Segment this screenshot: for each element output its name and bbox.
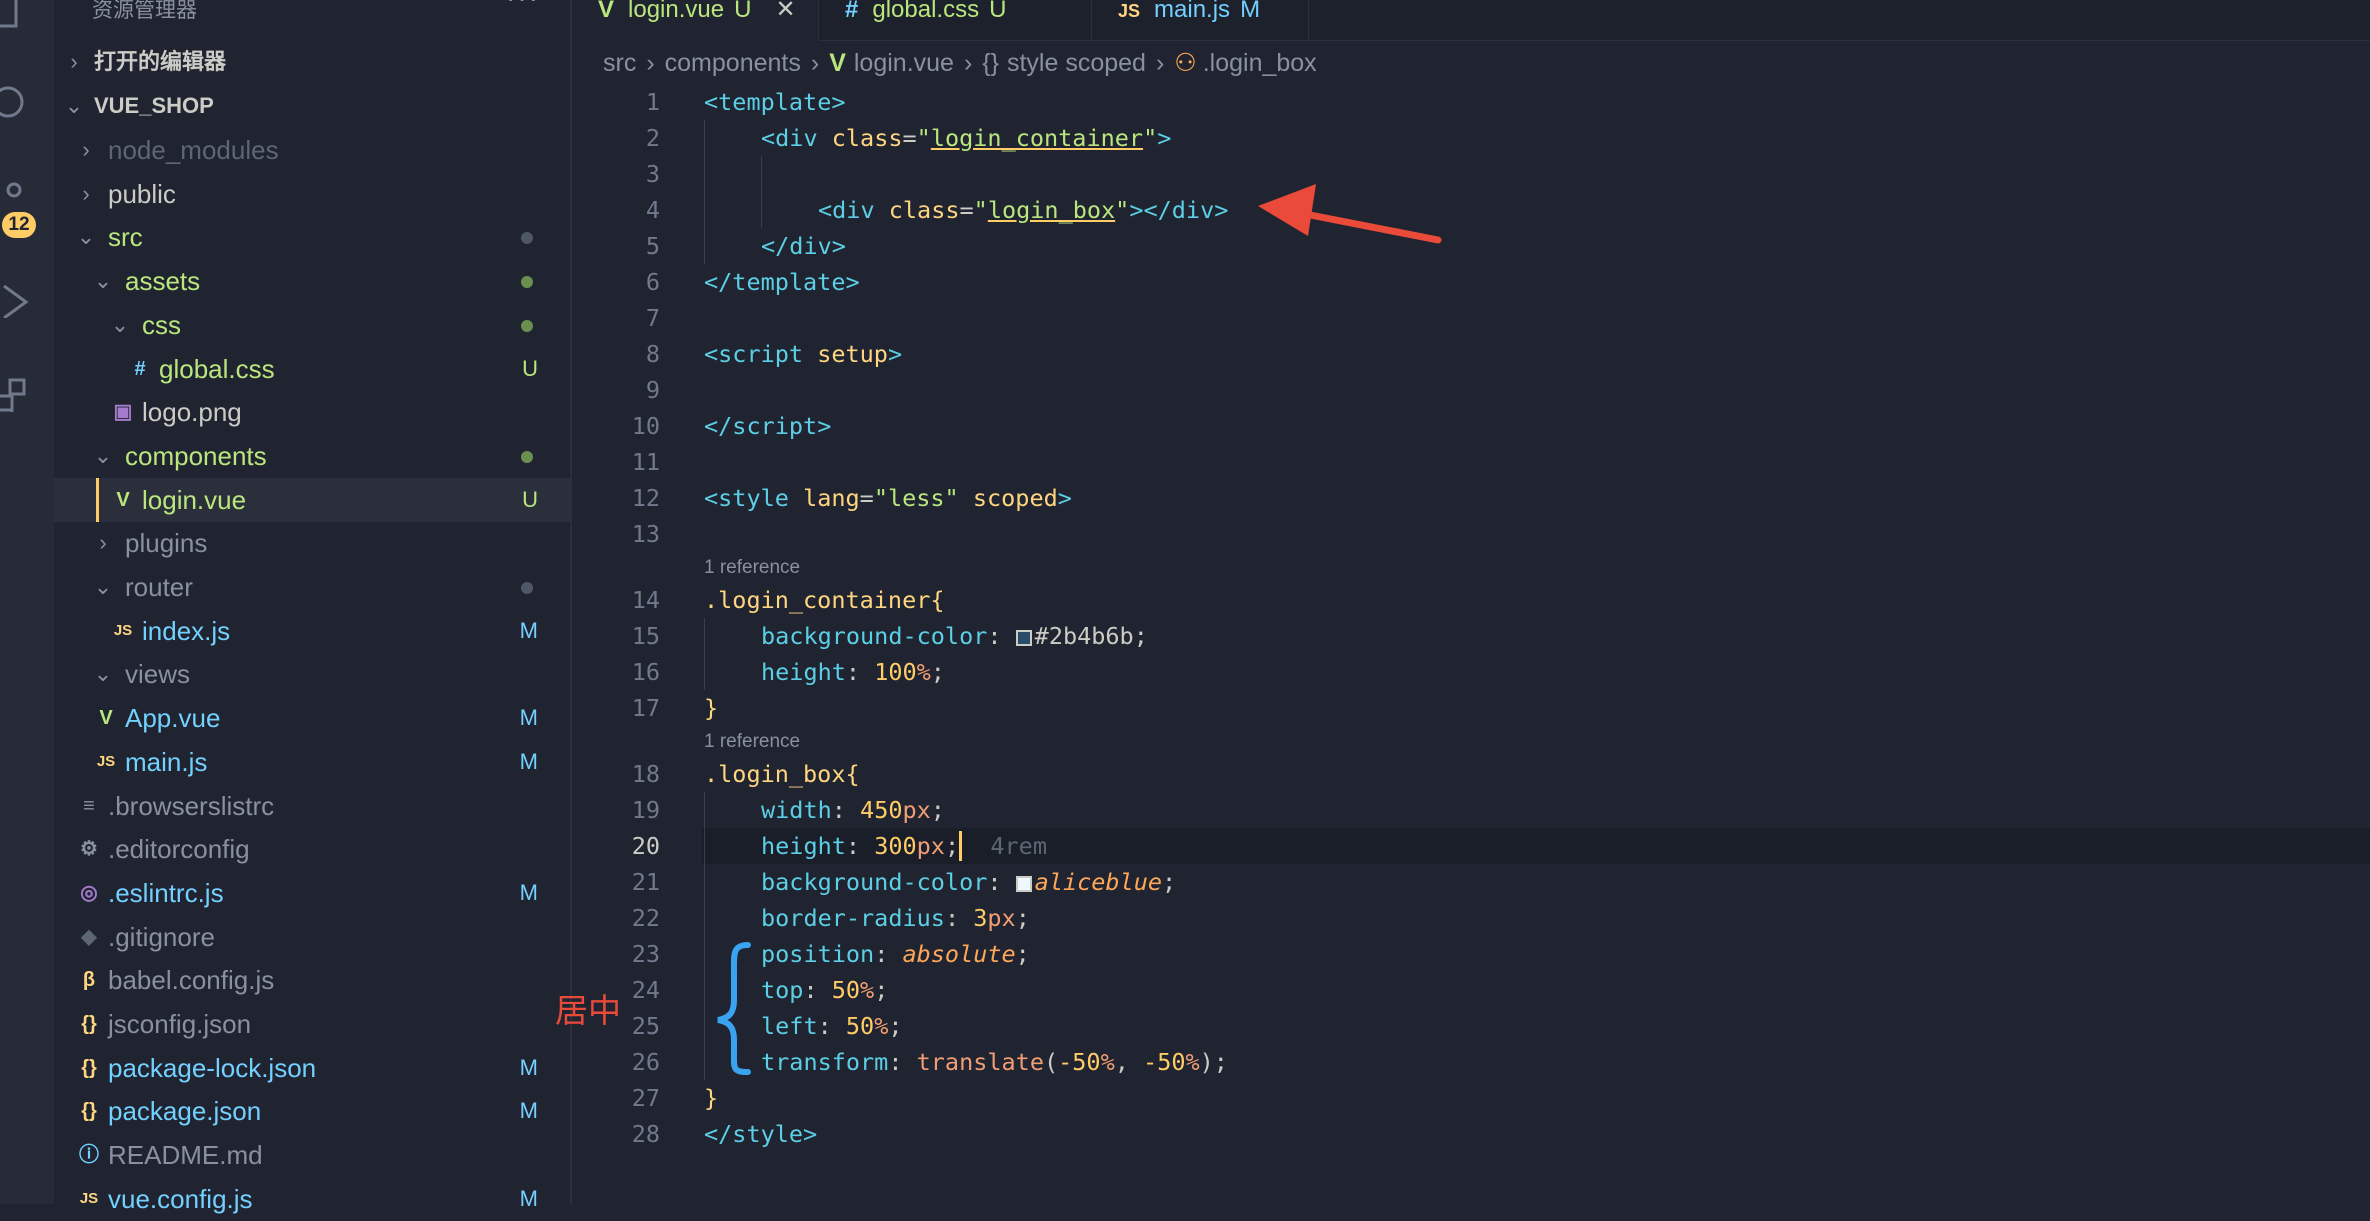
annotation-layer [717, 184, 1442, 1075]
red-arrow-icon [1296, 209, 1442, 244]
curly-brace-icon [717, 942, 751, 1075]
arrow-head-icon [1258, 184, 1316, 236]
annotation-label: 居中 [555, 992, 621, 1029]
